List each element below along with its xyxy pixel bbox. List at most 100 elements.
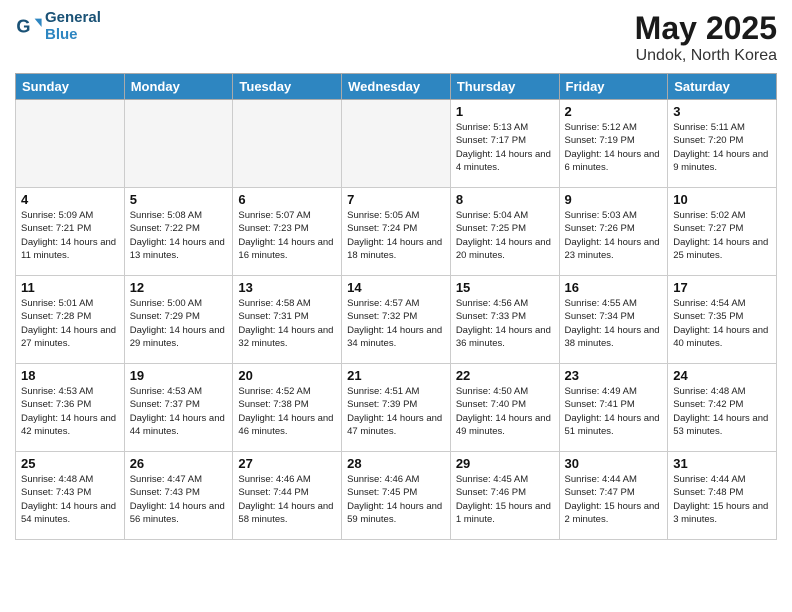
day-number: 11 xyxy=(21,280,119,295)
day-cell: 28Sunrise: 4:46 AM Sunset: 7:45 PM Dayli… xyxy=(342,452,451,540)
day-info: Sunrise: 4:56 AM Sunset: 7:33 PM Dayligh… xyxy=(456,297,554,350)
day-number: 31 xyxy=(673,456,771,471)
page-header: G General Blue May 2025 Undok, North Kor… xyxy=(15,10,777,65)
day-info: Sunrise: 5:11 AM Sunset: 7:20 PM Dayligh… xyxy=(673,121,771,174)
day-info: Sunrise: 4:47 AM Sunset: 7:43 PM Dayligh… xyxy=(130,473,228,526)
day-number: 25 xyxy=(21,456,119,471)
day-number: 20 xyxy=(238,368,336,383)
day-info: Sunrise: 4:44 AM Sunset: 7:47 PM Dayligh… xyxy=(565,473,663,526)
day-cell: 24 Sunrise: 4:48 AM Sunset: 7:42 PM Dayli… xyxy=(668,364,777,452)
day-cell: 2Sunrise: 5:12 AM Sunset: 7:19 PM Daylig… xyxy=(559,100,668,188)
day-info: Sunrise: 4:57 AM Sunset: 7:32 PM Dayligh… xyxy=(347,297,445,350)
day-number: 22 xyxy=(456,368,554,383)
day-cell: 13Sunrise: 4:58 AM Sunset: 7:31 PM Dayli… xyxy=(233,276,342,364)
day-cell: 8Sunrise: 5:04 AM Sunset: 7:25 PM Daylig… xyxy=(450,188,559,276)
day-number: 24 xyxy=(673,368,771,383)
day-cell: 18 Sunrise: 4:53 AM Sunset: 7:36 PM Dayli… xyxy=(16,364,125,452)
day-cell: 29 Sunrise: 4:45 AM Sunset: 7:46 PM Dayli… xyxy=(450,452,559,540)
day-info: Sunrise: 4:46 AM Sunset: 7:44 PM Dayligh… xyxy=(238,473,336,526)
day-number: 18 xyxy=(21,368,119,383)
day-cell: 25 Sunrise: 4:48 AM Sunset: 7:43 PM Dayli… xyxy=(16,452,125,540)
day-number: 16 xyxy=(565,280,663,295)
day-cell: 12 Sunrise: 5:00 AM Sunset: 7:29 PM Dayli… xyxy=(124,276,233,364)
calendar: SundayMondayTuesdayWednesdayThursdayFrid… xyxy=(15,73,777,540)
day-cell: 1Sunrise: 5:13 AM Sunset: 7:17 PM Daylig… xyxy=(450,100,559,188)
day-cell: 16Sunrise: 4:55 AM Sunset: 7:34 PM Dayli… xyxy=(559,276,668,364)
day-cell: 14Sunrise: 4:57 AM Sunset: 7:32 PM Dayli… xyxy=(342,276,451,364)
day-cell: 17 Sunrise: 4:54 AM Sunset: 7:35 PM Dayli… xyxy=(668,276,777,364)
day-cell: 26 Sunrise: 4:47 AM Sunset: 7:43 PM Dayli… xyxy=(124,452,233,540)
dow-friday: Friday xyxy=(559,74,668,100)
day-info: Sunrise: 5:02 AM Sunset: 7:27 PM Dayligh… xyxy=(673,209,771,262)
day-cell: 7 Sunrise: 5:05 AM Sunset: 7:24 PM Daylig… xyxy=(342,188,451,276)
day-cell: 4 Sunrise: 5:09 AM Sunset: 7:21 PM Daylig… xyxy=(16,188,125,276)
day-cell: 22Sunrise: 4:50 AM Sunset: 7:40 PM Dayli… xyxy=(450,364,559,452)
day-cell: 23Sunrise: 4:49 AM Sunset: 7:41 PM Dayli… xyxy=(559,364,668,452)
day-cell: 3 Sunrise: 5:11 AM Sunset: 7:20 PM Daylig… xyxy=(668,100,777,188)
day-number: 2 xyxy=(565,104,663,119)
day-info: Sunrise: 5:00 AM Sunset: 7:29 PM Dayligh… xyxy=(130,297,228,350)
day-number: 26 xyxy=(130,456,228,471)
day-info: Sunrise: 5:01 AM Sunset: 7:28 PM Dayligh… xyxy=(21,297,119,350)
day-info: Sunrise: 5:04 AM Sunset: 7:25 PM Dayligh… xyxy=(456,209,554,262)
week-row-2: 11 Sunrise: 5:01 AM Sunset: 7:28 PM Dayli… xyxy=(16,276,777,364)
day-info: Sunrise: 4:53 AM Sunset: 7:36 PM Dayligh… xyxy=(21,385,119,438)
day-info: Sunrise: 4:54 AM Sunset: 7:35 PM Dayligh… xyxy=(673,297,771,350)
day-cell xyxy=(342,100,451,188)
day-number: 3 xyxy=(673,104,771,119)
day-number: 12 xyxy=(130,280,228,295)
day-number: 27 xyxy=(238,456,336,471)
day-number: 9 xyxy=(565,192,663,207)
dow-wednesday: Wednesday xyxy=(342,74,451,100)
day-info: Sunrise: 4:52 AM Sunset: 7:38 PM Dayligh… xyxy=(238,385,336,438)
day-number: 30 xyxy=(565,456,663,471)
logo-line2: Blue xyxy=(45,27,101,44)
logo-line1: General xyxy=(45,10,101,27)
day-info: Sunrise: 4:53 AM Sunset: 7:37 PM Dayligh… xyxy=(130,385,228,438)
day-info: Sunrise: 4:44 AM Sunset: 7:48 PM Dayligh… xyxy=(673,473,771,526)
week-row-1: 4 Sunrise: 5:09 AM Sunset: 7:21 PM Daylig… xyxy=(16,188,777,276)
day-cell: 27 Sunrise: 4:46 AM Sunset: 7:44 PM Dayli… xyxy=(233,452,342,540)
day-cell: 15 Sunrise: 4:56 AM Sunset: 7:33 PM Dayli… xyxy=(450,276,559,364)
day-cell: 31 Sunrise: 4:44 AM Sunset: 7:48 PM Dayli… xyxy=(668,452,777,540)
day-cell: 5Sunrise: 5:08 AM Sunset: 7:22 PM Daylig… xyxy=(124,188,233,276)
week-row-4: 25 Sunrise: 4:48 AM Sunset: 7:43 PM Dayli… xyxy=(16,452,777,540)
dow-sunday: Sunday xyxy=(16,74,125,100)
day-number: 4 xyxy=(21,192,119,207)
day-cell: 21Sunrise: 4:51 AM Sunset: 7:39 PM Dayli… xyxy=(342,364,451,452)
day-info: Sunrise: 4:48 AM Sunset: 7:42 PM Dayligh… xyxy=(673,385,771,438)
day-cell: 9Sunrise: 5:03 AM Sunset: 7:26 PM Daylig… xyxy=(559,188,668,276)
week-row-3: 18 Sunrise: 4:53 AM Sunset: 7:36 PM Dayli… xyxy=(16,364,777,452)
week-row-0: 1Sunrise: 5:13 AM Sunset: 7:17 PM Daylig… xyxy=(16,100,777,188)
day-of-week-row: SundayMondayTuesdayWednesdayThursdayFrid… xyxy=(16,74,777,100)
dow-thursday: Thursday xyxy=(450,74,559,100)
day-number: 15 xyxy=(456,280,554,295)
day-number: 21 xyxy=(347,368,445,383)
day-number: 23 xyxy=(565,368,663,383)
day-cell xyxy=(16,100,125,188)
day-number: 1 xyxy=(456,104,554,119)
day-cell: 11 Sunrise: 5:01 AM Sunset: 7:28 PM Dayli… xyxy=(16,276,125,364)
day-number: 13 xyxy=(238,280,336,295)
day-number: 17 xyxy=(673,280,771,295)
day-number: 29 xyxy=(456,456,554,471)
day-number: 19 xyxy=(130,368,228,383)
day-info: Sunrise: 5:05 AM Sunset: 7:24 PM Dayligh… xyxy=(347,209,445,262)
day-cell: 19 Sunrise: 4:53 AM Sunset: 7:37 PM Dayli… xyxy=(124,364,233,452)
day-cell: 10Sunrise: 5:02 AM Sunset: 7:27 PM Dayli… xyxy=(668,188,777,276)
day-info: Sunrise: 4:45 AM Sunset: 7:46 PM Dayligh… xyxy=(456,473,554,526)
dow-monday: Monday xyxy=(124,74,233,100)
day-cell: 6Sunrise: 5:07 AM Sunset: 7:23 PM Daylig… xyxy=(233,188,342,276)
dow-saturday: Saturday xyxy=(668,74,777,100)
day-number: 7 xyxy=(347,192,445,207)
day-info: Sunrise: 4:48 AM Sunset: 7:43 PM Dayligh… xyxy=(21,473,119,526)
day-cell: 20 Sunrise: 4:52 AM Sunset: 7:38 PM Dayli… xyxy=(233,364,342,452)
day-info: Sunrise: 5:09 AM Sunset: 7:21 PM Dayligh… xyxy=(21,209,119,262)
svg-text:G: G xyxy=(16,16,30,36)
logo: G General Blue xyxy=(15,10,101,43)
title-block: May 2025 Undok, North Korea xyxy=(635,10,777,65)
day-info: Sunrise: 5:07 AM Sunset: 7:23 PM Dayligh… xyxy=(238,209,336,262)
day-cell xyxy=(233,100,342,188)
day-cell xyxy=(124,100,233,188)
day-info: Sunrise: 5:08 AM Sunset: 7:22 PM Dayligh… xyxy=(130,209,228,262)
